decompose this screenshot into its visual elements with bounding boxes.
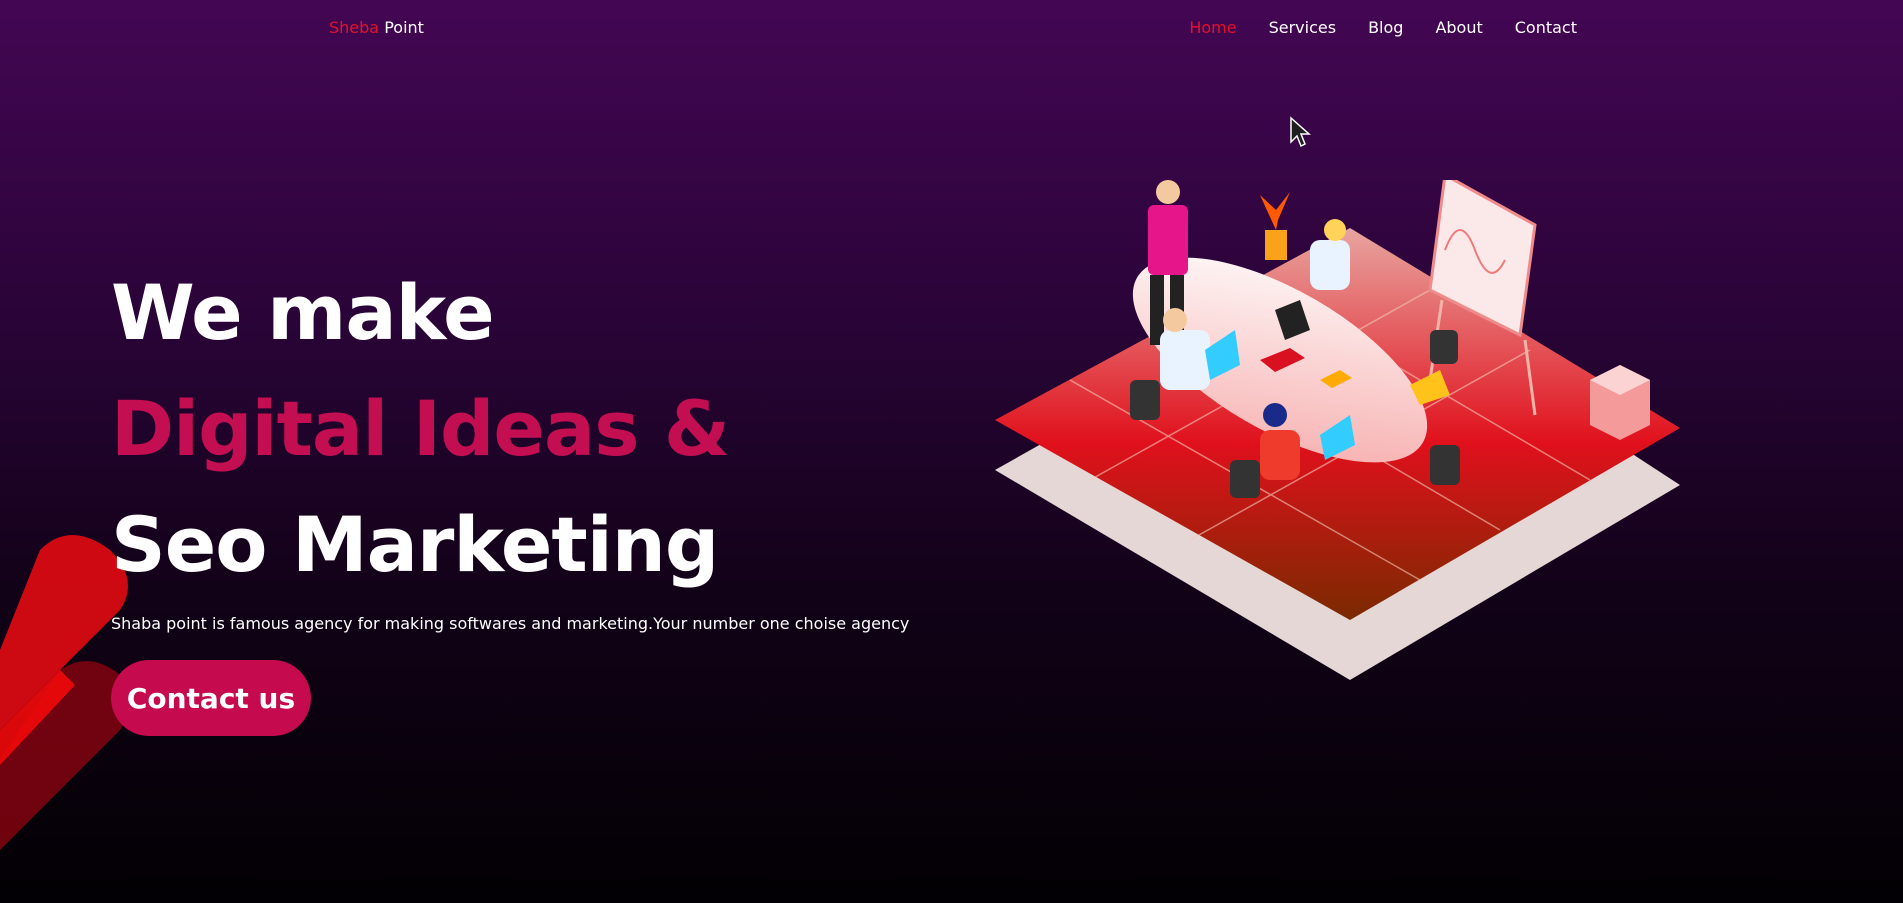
nav-link-contact[interactable]: Contact bbox=[1515, 18, 1577, 37]
hero-line-1: We make bbox=[111, 268, 495, 357]
nav-link-home[interactable]: Home bbox=[1189, 18, 1236, 37]
navbar: Sheba Point Home Services Blog About Con… bbox=[0, 0, 1903, 56]
office-meeting-illustration bbox=[995, 180, 1680, 680]
nav-link-blog[interactable]: Blog bbox=[1368, 18, 1403, 37]
mouse-cursor-icon bbox=[1290, 116, 1311, 148]
contact-us-button[interactable]: Contact us bbox=[111, 660, 311, 736]
brand-name: Point bbox=[384, 18, 424, 37]
hero-heading: We make Digital Ideas & Seo Marketing bbox=[111, 255, 730, 603]
hero-line-2: Digital Ideas & bbox=[111, 384, 730, 473]
nav-link-services[interactable]: Services bbox=[1269, 18, 1336, 37]
nav-links: Home Services Blog About Contact bbox=[1189, 18, 1577, 37]
brand-name-accent: Sheba bbox=[329, 18, 380, 37]
hero-subtitle: Shaba point is famous agency for making … bbox=[111, 614, 910, 633]
brand-logo[interactable]: Sheba Point bbox=[329, 18, 424, 37]
hero-line-3: Seo Marketing bbox=[111, 500, 719, 589]
nav-link-about[interactable]: About bbox=[1435, 18, 1482, 37]
